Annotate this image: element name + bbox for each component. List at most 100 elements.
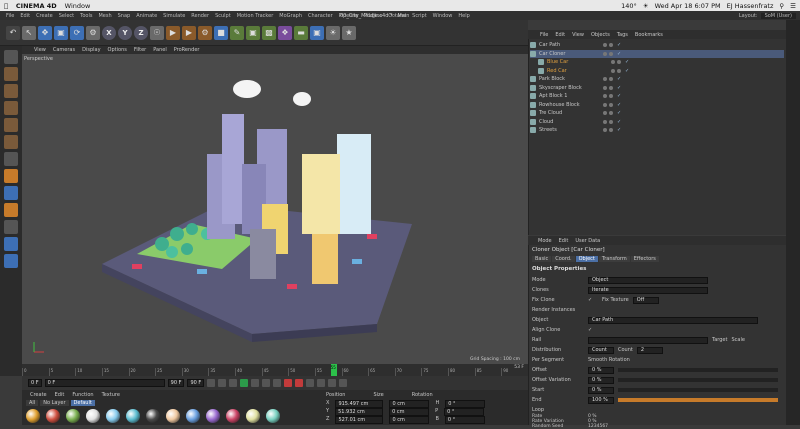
visibility-dot[interactable]	[611, 60, 615, 64]
live-selection-icon[interactable]: ↖	[22, 25, 36, 40]
texture-mode-icon[interactable]	[4, 84, 18, 98]
slider-track[interactable]	[618, 388, 778, 392]
user-name[interactable]: EJ Hassenfratz	[727, 2, 774, 10]
menu-sculpt[interactable]: Sculpt	[215, 13, 231, 19]
x-axis-toggle[interactable]: X	[102, 25, 116, 40]
object-menu-edit[interactable]: Edit	[555, 32, 565, 38]
material-swatch[interactable]	[106, 409, 120, 423]
next-frame-icon[interactable]	[251, 379, 260, 387]
render-dot[interactable]	[609, 77, 613, 81]
menu-select[interactable]: Select	[59, 13, 74, 19]
material-menu-create[interactable]: Create	[30, 392, 47, 398]
distribution-dropdown[interactable]: Count	[588, 346, 614, 354]
timeline[interactable]: 0 5 10 15 20 25 30 35 40 45 50 55 60 65 70 75 80 85 90 55 53…	[22, 364, 528, 376]
enable-check-icon[interactable]: ✓	[625, 68, 629, 74]
per-segment-checkbox[interactable]: Per Segment	[532, 357, 584, 363]
app-name-menu[interactable]: CINEMA 4D	[16, 2, 57, 10]
size-field[interactable]: 0 cm	[389, 416, 430, 424]
visibility-dot[interactable]	[611, 68, 615, 73]
material-swatch[interactable]	[206, 409, 220, 423]
material-swatch[interactable]	[46, 409, 60, 423]
slider-track[interactable]	[618, 378, 778, 382]
slider-track[interactable]	[618, 398, 778, 402]
current-frame-field[interactable]: 0 F	[44, 379, 165, 387]
rotation-field[interactable]: 0 °	[445, 400, 486, 408]
slider-track[interactable]	[618, 368, 778, 372]
enable-check-icon[interactable]: ✓	[617, 51, 621, 57]
object-menu-view[interactable]: View	[572, 32, 584, 38]
attribute-tab-basic[interactable]: Basic	[532, 256, 552, 262]
workplane-icon[interactable]	[4, 203, 18, 217]
count-field[interactable]: 2	[636, 346, 663, 354]
material-swatch[interactable]	[66, 409, 80, 423]
menu-list-icon[interactable]: ☰	[790, 2, 796, 10]
size-field[interactable]: 0 cm	[389, 408, 430, 416]
viewport-menu-options[interactable]: Options	[108, 47, 127, 53]
render-dot[interactable]	[609, 128, 613, 132]
object-row[interactable]: Streets ✓	[530, 126, 784, 134]
solo-hierarchy-icon[interactable]	[4, 254, 18, 268]
object-row[interactable]: Tre Cloud ✓	[530, 109, 784, 117]
start-frame-field[interactable]: 0 F	[28, 379, 42, 387]
tweak-mode-icon[interactable]	[4, 169, 18, 183]
viewport-menu-prorender[interactable]: ProRender	[174, 47, 200, 53]
attribute-menu-edit[interactable]: Edit	[559, 238, 569, 244]
object-row[interactable]: Apt Block 1 ✓	[530, 92, 784, 100]
menu-simulate[interactable]: Simulate	[163, 13, 185, 19]
light-icon[interactable]: ☀	[326, 25, 340, 40]
visibility-dot[interactable]	[603, 43, 607, 47]
slider-value-field[interactable]: 0 %	[588, 386, 614, 394]
model-mode-icon[interactable]	[4, 67, 18, 81]
object-row[interactable]: Car Cloner ✓	[530, 49, 784, 58]
timeline-playhead[interactable]: 55	[330, 364, 337, 376]
recent-tools-icon[interactable]: ⚙	[86, 25, 100, 40]
python-icon[interactable]: ★	[342, 25, 356, 40]
visibility-dot[interactable]	[603, 128, 607, 132]
material-swatch[interactable]	[166, 409, 180, 423]
material-menu-function[interactable]: Function	[72, 392, 93, 398]
object-menu-file[interactable]: File	[540, 32, 548, 38]
pen-icon[interactable]: ✎	[230, 25, 244, 40]
enable-check-icon[interactable]: ✓	[617, 119, 621, 125]
undo-icon[interactable]: ↶	[6, 25, 20, 40]
enable-check-icon[interactable]: ✓	[617, 85, 621, 91]
scale-icon[interactable]: ▣	[54, 25, 68, 40]
fix-clone-checkbox[interactable]: Fix Clone	[532, 297, 584, 303]
polygons-mode-icon[interactable]	[4, 135, 18, 149]
cube-icon[interactable]: ■	[214, 25, 228, 40]
render-dot[interactable]	[609, 43, 613, 47]
attribute-tab-object[interactable]: Object	[575, 256, 598, 262]
rail-link-field[interactable]	[588, 336, 708, 344]
render-dot[interactable]	[609, 85, 613, 90]
render-dot[interactable]	[609, 94, 613, 98]
object-link-field[interactable]: Car Path	[588, 316, 758, 324]
make-editable-icon[interactable]	[4, 50, 18, 64]
scale-key-icon[interactable]	[339, 379, 348, 387]
enable-check-icon[interactable]: ✓	[617, 127, 621, 133]
material-tab-all[interactable]: All	[26, 400, 39, 406]
render-picture-viewer-icon[interactable]: ▶	[182, 25, 196, 40]
menu-file[interactable]: File	[6, 13, 14, 19]
menu-help[interactable]: Help	[458, 13, 469, 19]
z-axis-toggle[interactable]: Z	[134, 25, 148, 40]
position-key-icon[interactable]	[317, 379, 326, 387]
render-dot[interactable]	[609, 111, 613, 115]
object-row[interactable]: Blue Car ✓	[530, 58, 784, 66]
object-row[interactable]: Park Block ✓	[530, 75, 784, 83]
attribute-menu-mode[interactable]: Mode	[538, 238, 552, 244]
window-menu[interactable]: Window	[65, 2, 91, 10]
next-key-icon[interactable]	[262, 379, 271, 387]
position-field[interactable]: 51.932 cm	[335, 408, 384, 416]
enable-check-icon[interactable]: ✓	[617, 76, 621, 82]
deformer-icon[interactable]: ❖	[278, 25, 292, 40]
y-axis-toggle[interactable]: Y	[118, 25, 132, 40]
solo-icon[interactable]	[4, 237, 18, 251]
enable-check-icon[interactable]: ✓	[617, 102, 621, 108]
previous-frame-icon[interactable]	[229, 379, 238, 387]
material-menu-texture[interactable]: Texture	[102, 392, 120, 398]
render-dot[interactable]	[609, 119, 613, 124]
material-swatch[interactable]	[246, 409, 260, 423]
rotation-key-icon[interactable]	[328, 379, 337, 387]
menu-snap[interactable]: Snap	[118, 13, 131, 19]
menu-animate[interactable]: Animate	[136, 13, 157, 19]
